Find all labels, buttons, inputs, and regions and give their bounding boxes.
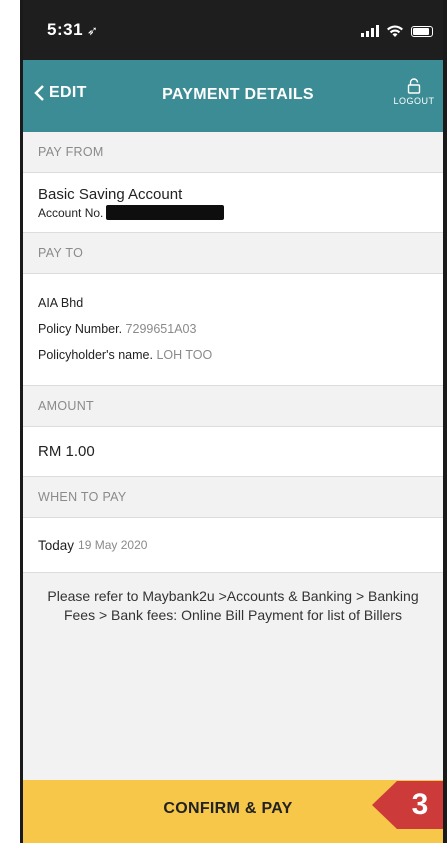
status-icons (361, 24, 433, 38)
cellular-signal-icon (361, 25, 379, 37)
status-time-text: 5:31 (47, 20, 84, 39)
amount-value: RM 1.00 (23, 427, 443, 477)
amount-header: AMOUNT (23, 386, 443, 427)
phone-edge-right (443, 0, 447, 843)
policy-number-label: Policy Number. (38, 322, 123, 336)
screenshot-frame: 5:31 ➶ EDIT PAYMENT DETAILS LOGOUT PAY F… (0, 0, 447, 843)
account-number-row: Account No. (38, 205, 443, 220)
status-bar: 5:31 ➶ (23, 0, 443, 60)
lock-icon (407, 78, 421, 94)
policyholder-label: Policyholder's name. (38, 348, 153, 362)
billers-note: Please refer to Maybank2u >Accounts & Ba… (47, 588, 419, 623)
pay-to-section: AIA Bhd Policy Number. 7299651A03 Policy… (23, 274, 443, 386)
pay-from-section[interactable]: Basic Saving Account Account No. (23, 173, 443, 233)
pay-to-header: PAY TO (23, 233, 443, 274)
logout-button[interactable]: LOGOUT (391, 78, 437, 106)
navigation-bar: EDIT PAYMENT DETAILS LOGOUT (23, 60, 443, 132)
when-to-pay-date: 19 May 2020 (78, 538, 148, 552)
page-title: PAYMENT DETAILS (162, 86, 314, 103)
step-badge-label: 3 (411, 788, 429, 821)
step-badge-arrow (372, 781, 397, 829)
redacted-account-number (106, 205, 225, 220)
account-number-label: Account No. (38, 205, 104, 220)
account-name: Basic Saving Account (38, 186, 183, 203)
when-to-pay-header: WHEN TO PAY (23, 477, 443, 518)
pay-from-header: PAY FROM (23, 132, 443, 173)
phone-screen: 5:31 ➶ EDIT PAYMENT DETAILS LOGOUT PAY F… (23, 0, 443, 843)
policyholder-value: LOH TOO (156, 348, 213, 362)
wifi-icon (387, 25, 403, 37)
biller-name: AIA Bhd (38, 296, 84, 310)
status-time: 5:31 ➶ (47, 20, 98, 40)
when-to-pay-section[interactable]: Today 19 May 2020 (23, 518, 443, 573)
policy-number-value: 7299651A03 (125, 322, 197, 336)
battery-icon (411, 25, 433, 37)
when-to-pay-label: Today (38, 537, 75, 553)
policyholder-row: Policyholder's name. LOH TOO (38, 348, 443, 374)
logout-label: LOGOUT (393, 96, 435, 106)
policy-number-row: Policy Number. 7299651A03 (38, 322, 443, 348)
location-arrow-icon: ➶ (87, 23, 99, 38)
